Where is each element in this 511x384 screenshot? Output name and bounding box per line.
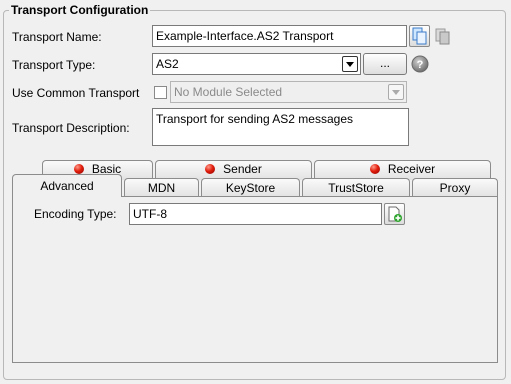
use-common-transport-label: Use Common Transport (12, 86, 140, 100)
error-status-icon (205, 164, 216, 174)
transport-type-label: Transport Type: (12, 58, 96, 72)
transport-type-browse-button[interactable]: ... (363, 53, 407, 75)
tab-proxy[interactable]: Proxy (412, 178, 498, 197)
encoding-type-input[interactable]: UTF-8 (129, 203, 382, 225)
group-title: Transport Configuration (9, 3, 151, 17)
use-common-transport-checkbox[interactable] (154, 86, 167, 99)
error-status-icon (369, 164, 380, 174)
tab-advanced[interactable]: Advanced (12, 174, 122, 197)
tab-sender-label: Sender (223, 162, 262, 176)
transport-name-input[interactable]: Example-Interface.AS2 Transport (152, 25, 407, 47)
transport-name-label: Transport Name: (12, 30, 102, 44)
tab-receiver-label: Receiver (387, 162, 436, 176)
add-document-icon (388, 206, 402, 222)
tab-mdn[interactable]: MDN (124, 178, 199, 197)
copy-button[interactable] (409, 25, 430, 47)
common-module-select[interactable]: No Module Selected (170, 81, 407, 103)
tab-sender[interactable]: Sender (155, 160, 312, 180)
tab-truststore[interactable]: TrustStore (302, 178, 410, 197)
help-icon[interactable]: ? (411, 55, 429, 73)
add-encoding-button[interactable] (384, 203, 405, 225)
transport-description-textarea[interactable]: Transport for sending AS2 messages (152, 108, 409, 146)
tab-keystore[interactable]: KeyStore (201, 178, 300, 197)
advanced-tab-panel: Encoding Type: UTF-8 (12, 196, 498, 363)
tab-receiver[interactable]: Receiver (314, 160, 491, 180)
copy-icon (412, 27, 427, 45)
chevron-down-icon-disabled (388, 84, 404, 100)
encoding-type-label: Encoding Type: (34, 207, 117, 221)
chevron-down-icon[interactable] (342, 56, 358, 72)
transport-description-label: Transport Description: (12, 121, 130, 135)
transport-type-select[interactable]: AS2 (152, 53, 361, 75)
svg-text:?: ? (417, 59, 424, 71)
error-status-icon (73, 164, 84, 174)
copy-disabled-icon (433, 26, 453, 46)
